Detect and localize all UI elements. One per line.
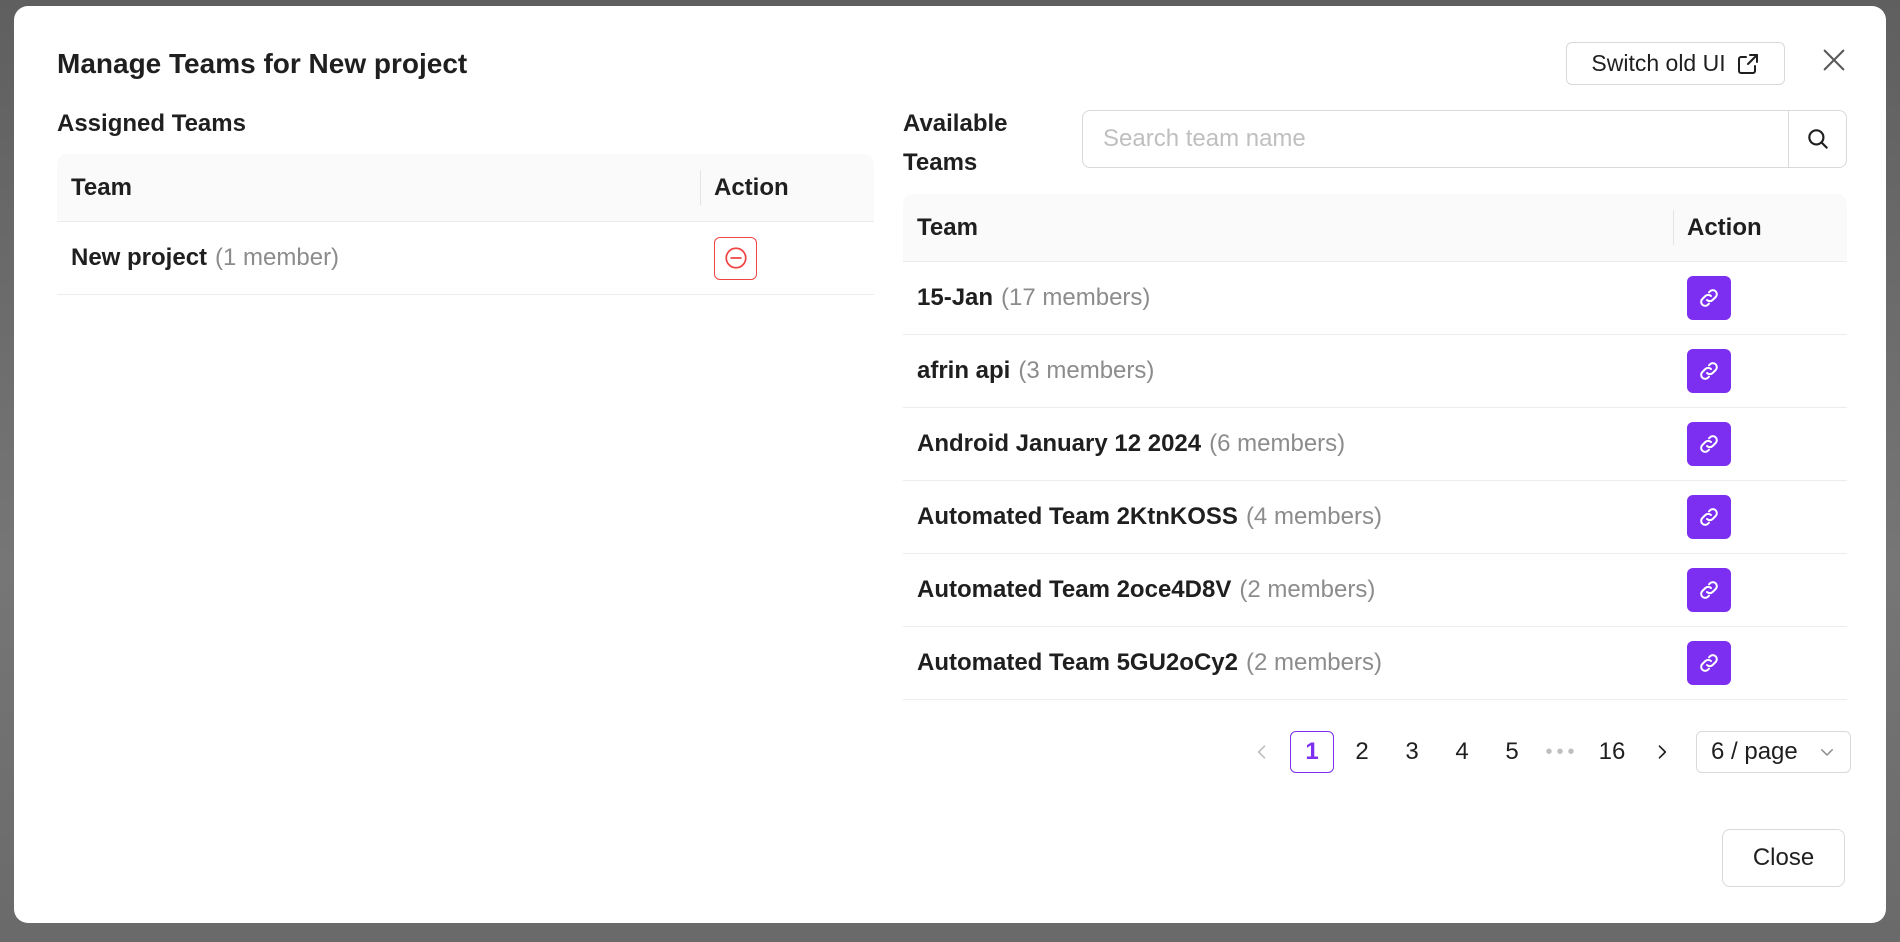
close-icon-button[interactable]	[1816, 42, 1852, 78]
team-cell: afrin api (3 members)	[903, 357, 1673, 385]
action-cell	[1673, 495, 1847, 539]
assign-team-button[interactable]	[1687, 422, 1731, 466]
remove-team-button[interactable]	[714, 236, 757, 280]
team-name: 15-Jan	[917, 284, 994, 311]
page-1-button[interactable]: 1	[1290, 731, 1334, 773]
available-teams-table: Team Action 15-Jan (17 members) afrin api…	[903, 194, 1847, 700]
team-cell: 15-Jan (17 members)	[903, 284, 1673, 312]
assign-team-button[interactable]	[1687, 349, 1731, 393]
page-size-value: 6 / page	[1711, 738, 1798, 765]
link-icon	[1700, 654, 1718, 672]
table-row: New project (1 member)	[57, 222, 874, 295]
team-cell: New project (1 member)	[57, 244, 700, 272]
team-member-count: (2 members)	[1245, 649, 1382, 676]
team-member-count: (3 members)	[1018, 357, 1155, 384]
assign-team-button[interactable]	[1687, 495, 1731, 539]
team-name: Automated Team 5GU2oCy2	[917, 649, 1238, 676]
modal-title: Manage Teams for New project	[57, 48, 468, 79]
team-member-count: (6 members)	[1209, 430, 1346, 457]
page-16-button[interactable]: 16	[1590, 731, 1634, 773]
assign-team-button[interactable]	[1687, 276, 1731, 320]
team-name: Automated Team 2oce4D8V	[917, 576, 1232, 603]
table-row: 15-Jan (17 members)	[903, 262, 1847, 335]
chevron-down-icon	[1821, 749, 1833, 756]
switch-old-ui-button[interactable]: Switch old UI	[1566, 42, 1785, 85]
action-cell	[1673, 641, 1847, 685]
chevron-right-icon	[1658, 745, 1667, 759]
table-row: Automated Team 2oce4D8V (2 members)	[903, 554, 1847, 627]
team-member-count: (1 member)	[215, 244, 340, 271]
header-team: Team	[917, 213, 978, 241]
table-row: Automated Team 2KtnKOSS (4 members)	[903, 481, 1847, 554]
header-team: Team	[71, 173, 132, 201]
assign-team-button[interactable]	[1687, 568, 1731, 612]
page-2-button[interactable]: 2	[1340, 731, 1384, 773]
assign-team-button[interactable]	[1687, 641, 1731, 685]
minus-circle-icon	[724, 247, 747, 269]
assigned-teams-title: Assigned Teams	[57, 110, 246, 137]
team-name: afrin api	[917, 357, 1011, 384]
team-name: Android January 12 2024	[917, 430, 1202, 457]
team-member-count: (2 members)	[1239, 576, 1376, 603]
team-cell: Automated Team 2oce4D8V (2 members)	[903, 576, 1673, 604]
link-icon	[1700, 581, 1718, 599]
header-action: Action	[1673, 194, 1847, 261]
team-name: New project	[71, 244, 208, 271]
table-row: Automated Team 5GU2oCy2 (2 members)	[903, 627, 1847, 700]
action-cell	[1673, 349, 1847, 393]
available-teams-title: Available Teams	[903, 110, 1008, 176]
external-link-icon	[1737, 53, 1758, 74]
team-member-count: (4 members)	[1245, 503, 1382, 530]
close-button[interactable]: Close	[1722, 829, 1845, 887]
link-icon	[1700, 362, 1718, 380]
close-icon	[1823, 49, 1845, 71]
link-icon	[1700, 289, 1718, 307]
team-cell: Android January 12 2024 (6 members)	[903, 430, 1673, 458]
table-header: Team Action	[57, 154, 874, 222]
action-cell	[1673, 276, 1847, 320]
table-row: afrin api (3 members)	[903, 335, 1847, 408]
action-cell	[1673, 422, 1847, 466]
table-row: Android January 12 2024 (6 members)	[903, 408, 1847, 481]
team-search	[1082, 110, 1847, 168]
header-action: Action	[700, 154, 874, 221]
next-page-button[interactable]	[1640, 731, 1684, 773]
action-cell	[1673, 568, 1847, 612]
link-icon	[1700, 435, 1718, 453]
search-icon	[1807, 129, 1828, 149]
search-button[interactable]	[1788, 111, 1846, 167]
table-header: Team Action	[903, 194, 1847, 262]
action-cell	[700, 236, 874, 280]
page-4-button[interactable]: 4	[1440, 731, 1484, 773]
pagination: 1 2 3 4 5 ••• 16 6 / page	[1240, 730, 1851, 774]
manage-teams-modal: Manage Teams for New project Switch old …	[14, 6, 1886, 923]
switch-old-ui-label: Switch old UI	[1591, 50, 1726, 76]
chevron-left-icon	[1257, 745, 1266, 759]
team-cell: Automated Team 5GU2oCy2 (2 members)	[903, 649, 1673, 677]
link-icon	[1700, 508, 1718, 526]
page-size-select[interactable]: 6 / page	[1696, 731, 1851, 773]
team-name: Automated Team 2KtnKOSS	[917, 503, 1238, 530]
team-member-count: (17 members)	[1001, 284, 1151, 311]
team-cell: Automated Team 2KtnKOSS (4 members)	[903, 503, 1673, 531]
page-5-button[interactable]: 5	[1490, 731, 1534, 773]
jump-next-ellipsis[interactable]: •••	[1540, 731, 1584, 773]
prev-page-button[interactable]	[1240, 731, 1284, 773]
page-3-button[interactable]: 3	[1390, 731, 1434, 773]
search-input[interactable]	[1083, 111, 1788, 167]
assigned-teams-table: Team Action New project (1 member)	[57, 154, 874, 295]
